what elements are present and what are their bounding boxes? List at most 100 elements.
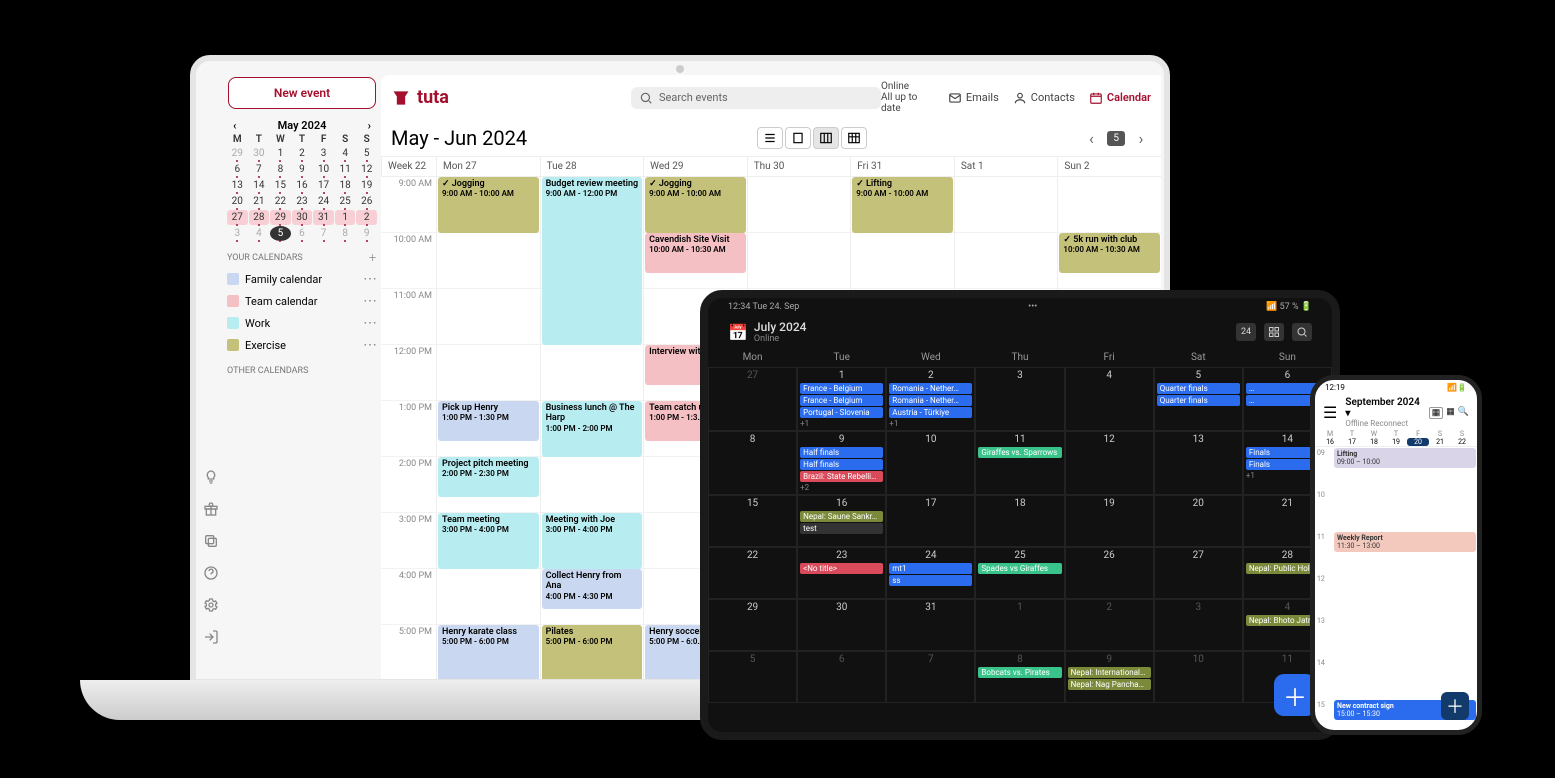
more-icon[interactable]: ⋯ xyxy=(363,337,377,353)
event[interactable]: ✓ Jogging9:00 AM - 10:00 AM xyxy=(645,177,746,233)
mini-day[interactable]: 15 xyxy=(270,178,291,193)
event[interactable]: Weekly Report11:30 – 13:00 xyxy=(1334,532,1476,552)
mini-day[interactable]: 18 xyxy=(335,178,356,193)
mini-day[interactable]: 21 xyxy=(249,194,270,209)
mini-day[interactable]: 29 xyxy=(227,146,248,161)
month-cell[interactable]: 7 xyxy=(886,651,975,703)
week-day[interactable]: 16 xyxy=(1319,438,1341,446)
event-chip[interactable]: Portugal - Slovenia xyxy=(800,407,883,418)
view-month[interactable] xyxy=(841,127,867,149)
event-chip[interactable]: Nepal: Saune Sankr… xyxy=(800,511,883,522)
help-icon[interactable] xyxy=(203,565,219,585)
mini-day[interactable]: 16 xyxy=(292,178,313,193)
day-column[interactable]: ✓ Jogging9:00 AM - 10:00 AMPick up Henry… xyxy=(436,177,540,679)
event[interactable]: Business lunch @ The Harp1:00 PM - 2:00 … xyxy=(542,401,643,457)
event[interactable]: Cavendish Site Visit10:00 AM - 10:30 AM xyxy=(645,233,746,273)
month-cell[interactable]: 11Giraffes vs. Sparrows xyxy=(975,431,1064,495)
month-cell[interactable]: 2Romania - Nether…Romania - Nether…Austr… xyxy=(886,367,975,431)
mini-day[interactable]: 23 xyxy=(292,194,313,209)
mini-day[interactable]: 4 xyxy=(335,146,356,161)
event-chip[interactable]: France - Belgium xyxy=(800,395,883,406)
mini-day[interactable]: 10 xyxy=(313,162,334,177)
mini-day[interactable]: 3 xyxy=(227,226,248,241)
event-chip[interactable]: Austria - Türkiye xyxy=(889,407,972,418)
day-header[interactable]: Sun 2 xyxy=(1057,157,1161,176)
logout-icon[interactable] xyxy=(203,629,219,649)
event[interactable]: ✓ 5k run with club10:00 AM - 10:30 AM xyxy=(1059,233,1160,273)
view-agenda[interactable] xyxy=(757,127,783,149)
day-header[interactable]: Wed 29 xyxy=(643,157,747,176)
month-cell[interactable]: 1France - BelgiumFrance - BelgiumPortuga… xyxy=(797,367,886,431)
month-cell[interactable]: 19 xyxy=(1065,495,1154,547)
mini-day[interactable]: 3 xyxy=(313,146,334,161)
hour-slot[interactable]: 10 xyxy=(1315,489,1477,531)
mini-day[interactable]: 31 xyxy=(313,210,334,225)
month-cell[interactable]: 8 xyxy=(708,431,797,495)
mini-day[interactable]: 7 xyxy=(249,162,270,177)
mini-day[interactable]: 19 xyxy=(356,178,377,193)
more-icon[interactable]: ⋯ xyxy=(363,315,377,331)
event-chip[interactable]: Quarter finals xyxy=(1157,383,1240,394)
week-day[interactable]: 22 xyxy=(1451,438,1473,446)
view-day[interactable] xyxy=(785,127,811,149)
nav-contacts[interactable]: Contacts xyxy=(1013,91,1075,105)
hour-slot[interactable]: 13 xyxy=(1315,615,1477,657)
event-chip[interactable]: Brazil: State Rebelli… xyxy=(800,471,883,482)
mini-day[interactable]: 24 xyxy=(313,194,334,209)
month-cell[interactable]: 3 xyxy=(1154,599,1243,651)
mini-day[interactable]: 17 xyxy=(313,178,334,193)
week-day[interactable]: 19 xyxy=(1385,438,1407,446)
month-cell[interactable]: 2 xyxy=(1065,599,1154,651)
calendar-item[interactable]: Team calendar⋯ xyxy=(227,290,377,312)
event[interactable]: Team meeting3:00 PM - 4:00 PM xyxy=(438,513,539,569)
event[interactable]: ✓ Lifting9:00 AM - 10:00 AM xyxy=(852,177,953,233)
day-header[interactable]: Fri 31 xyxy=(850,157,954,176)
mini-day[interactable]: 2 xyxy=(356,210,377,225)
month-cell[interactable]: 17 xyxy=(886,495,975,547)
nav-emails[interactable]: Emails xyxy=(948,91,999,105)
phone-add-fab[interactable]: ＋ xyxy=(1441,692,1469,720)
day-header[interactable]: Thu 30 xyxy=(747,157,851,176)
mini-day[interactable]: 5 xyxy=(270,226,291,241)
event-chip[interactable]: France - Belgium xyxy=(800,383,883,394)
mini-day[interactable]: 12 xyxy=(356,162,377,177)
month-cell[interactable]: 22 xyxy=(708,547,797,599)
calendar-item[interactable]: Exercise⋯ xyxy=(227,334,377,356)
event[interactable]: Henry karate class5:00 PM - 6:00 PM xyxy=(438,625,539,679)
more-icon[interactable]: ⋯ xyxy=(363,293,377,309)
mini-day[interactable]: 30 xyxy=(292,210,313,225)
month-cell[interactable]: 5 xyxy=(708,651,797,703)
mini-day[interactable]: 30 xyxy=(249,146,270,161)
mini-day[interactable]: 6 xyxy=(227,162,248,177)
mini-day[interactable]: 8 xyxy=(335,226,356,241)
copy-icon[interactable] xyxy=(203,533,219,553)
chevron-right-icon[interactable]: › xyxy=(368,119,371,132)
hour-slot[interactable]: 09Lifting09:00 – 10:00 xyxy=(1315,447,1477,489)
grid-icon[interactable]: ▦ xyxy=(1446,407,1455,419)
view-week[interactable] xyxy=(813,127,839,149)
event[interactable]: Project pitch meeting2:00 PM - 2:30 PM xyxy=(438,457,539,497)
mini-day[interactable]: 7 xyxy=(313,226,334,241)
event-chip[interactable]: Quarter finals xyxy=(1157,395,1240,406)
month-cell[interactable]: 18 xyxy=(975,495,1064,547)
nav-calendar[interactable]: Calendar xyxy=(1089,91,1151,105)
chevron-left-icon[interactable]: ‹ xyxy=(233,119,236,132)
bulb-icon[interactable] xyxy=(203,469,219,489)
event-chip[interactable]: Nepal: International… xyxy=(1068,667,1151,678)
hour-slot[interactable]: 12 xyxy=(1315,573,1477,615)
month-cell[interactable]: 13 xyxy=(1154,431,1243,495)
event-chip[interactable]: mt1 xyxy=(889,563,972,574)
calendar-item[interactable]: Family calendar⋯ xyxy=(227,268,377,290)
event-chip[interactable]: Giraffes vs. Sparrows xyxy=(978,447,1061,458)
calendar-item[interactable]: Work⋯ xyxy=(227,312,377,334)
grid-icon[interactable] xyxy=(1264,323,1284,341)
month-cell[interactable]: 27 xyxy=(1154,547,1243,599)
next-week-icon[interactable]: › xyxy=(1131,128,1151,148)
month-cell[interactable]: 31 xyxy=(886,599,975,651)
today-button[interactable]: 5 xyxy=(1107,131,1125,146)
mini-day[interactable]: 11 xyxy=(335,162,356,177)
event-chip[interactable]: Spades vs Giraffes xyxy=(978,563,1061,574)
month-cell[interactable]: 23<No title> xyxy=(797,547,886,599)
event-chip[interactable]: Nepal: Nag Pancha… xyxy=(1068,679,1151,690)
month-cell[interactable]: 24mt1ss xyxy=(886,547,975,599)
